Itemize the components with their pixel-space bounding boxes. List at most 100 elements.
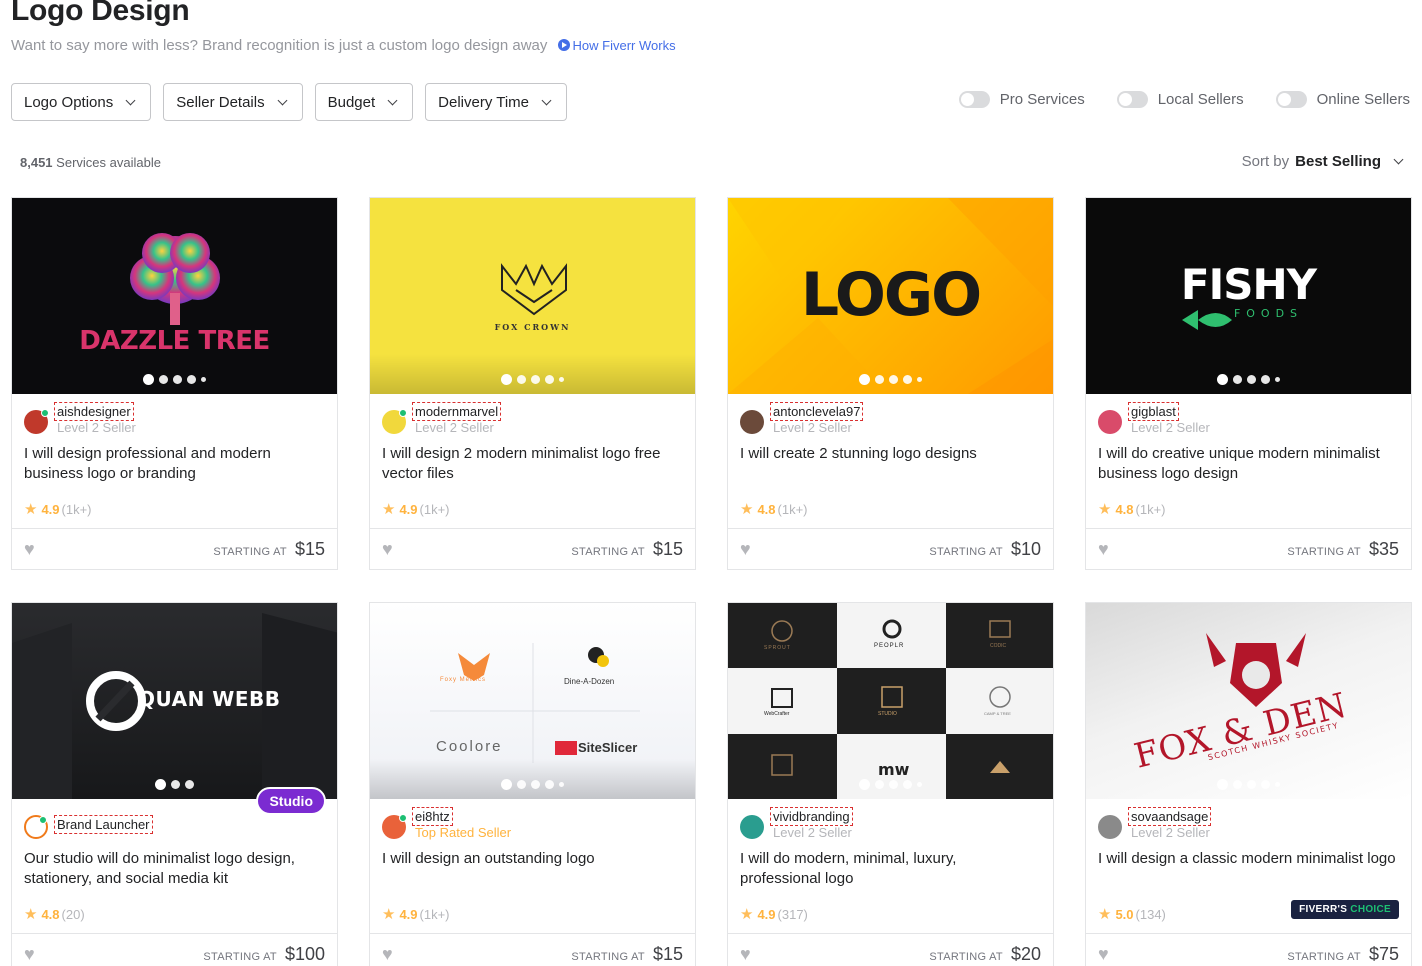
toggle-local-sellers[interactable]: Local Sellers	[1116, 91, 1244, 108]
carousel-dot[interactable]	[903, 780, 912, 789]
carousel-dot[interactable]	[1233, 375, 1242, 384]
gig-thumbnail[interactable]: Foxy Metrics Dine-A-Dozen Coolore SiteSl…	[370, 603, 695, 799]
carousel-dot[interactable]	[559, 782, 564, 787]
carousel-dot[interactable]	[545, 375, 554, 384]
carousel-dot[interactable]	[1275, 782, 1280, 787]
carousel-dots[interactable]	[728, 374, 1053, 385]
seller-name[interactable]: gigblast	[1128, 402, 1179, 421]
carousel-dots[interactable]	[728, 779, 1053, 790]
carousel-dot[interactable]	[903, 375, 912, 384]
heart-icon[interactable]: ♥	[1098, 539, 1109, 560]
seller-name[interactable]: antonclevela97	[770, 402, 864, 421]
carousel-dot[interactable]	[1217, 779, 1228, 790]
gig-title[interactable]: I will do modern, minimal, luxury, profe…	[740, 849, 1040, 889]
carousel-dot[interactable]	[143, 374, 154, 385]
carousel-dot[interactable]	[171, 780, 180, 789]
toggle-switch[interactable]	[1116, 91, 1148, 108]
heart-icon[interactable]: ♥	[1098, 944, 1109, 965]
filter-seller-details[interactable]: Seller Details	[163, 83, 303, 121]
carousel-dots[interactable]	[370, 374, 695, 385]
carousel-dot[interactable]	[545, 780, 554, 789]
gig-title[interactable]: I will do creative unique modern minimal…	[1098, 444, 1398, 484]
seller-name[interactable]: ei8htz	[412, 807, 453, 826]
carousel-dot[interactable]	[173, 375, 182, 384]
gig-card[interactable]: FISHY FOODS gigblast Level 2 Seller I wil…	[1085, 197, 1412, 570]
heart-icon[interactable]: ♥	[382, 944, 393, 965]
gig-thumbnail[interactable]: mw SPROUT PEOPLR CODIC WebCrafter STUDIO…	[728, 603, 1053, 799]
gig-title[interactable]: Our studio will do minimalist logo desig…	[24, 849, 324, 889]
avatar[interactable]	[24, 409, 49, 434]
carousel-dot[interactable]	[1247, 780, 1256, 789]
carousel-dot[interactable]	[859, 779, 870, 790]
carousel-dot[interactable]	[917, 377, 922, 382]
avatar[interactable]	[740, 410, 764, 434]
carousel-dot[interactable]	[1261, 375, 1270, 384]
gig-title[interactable]: I will design professional and modern bu…	[24, 444, 324, 484]
gig-title[interactable]: I will design 2 modern minimalist logo f…	[382, 444, 682, 484]
carousel-dot[interactable]	[875, 375, 884, 384]
toggle-switch[interactable]	[1275, 91, 1307, 108]
carousel-dot[interactable]	[501, 779, 512, 790]
gig-card[interactable]: mw SPROUT PEOPLR CODIC WebCrafter STUDIO…	[727, 602, 1054, 966]
gig-card[interactable]: QUAN WEBB Studio Brand Launcher Our stud…	[11, 602, 338, 966]
filter-logo-options[interactable]: Logo Options	[11, 83, 152, 121]
heart-icon[interactable]: ♥	[382, 539, 393, 560]
carousel-dot[interactable]	[185, 780, 194, 789]
filter-budget[interactable]: Budget	[314, 83, 414, 121]
seller-name[interactable]: Brand Launcher	[54, 815, 153, 834]
how-fiverr-works-link[interactable]: How Fiverr Works	[557, 38, 676, 53]
carousel-dot[interactable]	[559, 377, 564, 382]
carousel-dots[interactable]	[12, 374, 337, 385]
avatar[interactable]	[382, 814, 407, 839]
carousel-dot[interactable]	[875, 780, 884, 789]
carousel-dot[interactable]	[517, 375, 526, 384]
seller-name[interactable]: vividbranding	[770, 807, 853, 826]
avatar[interactable]	[1098, 815, 1122, 839]
heart-icon[interactable]: ♥	[24, 539, 35, 560]
carousel-dot[interactable]	[159, 375, 168, 384]
toggle-pro-services[interactable]: Pro Services	[958, 91, 1085, 108]
gig-thumbnail[interactable]: FOX & DEN SCOTCH WHISKY SOCIETY	[1086, 603, 1411, 799]
toggle-switch[interactable]	[958, 91, 990, 108]
carousel-dot[interactable]	[201, 377, 206, 382]
gig-title[interactable]: I will design a classic modern minimalis…	[1098, 849, 1398, 869]
avatar[interactable]	[1098, 410, 1122, 434]
heart-icon[interactable]: ♥	[24, 944, 35, 965]
carousel-dot[interactable]	[155, 779, 166, 790]
carousel-dot[interactable]	[531, 780, 540, 789]
toggle-online-sellers[interactable]: Online Sellers	[1275, 91, 1410, 108]
filter-delivery-time[interactable]: Delivery Time	[425, 83, 568, 121]
carousel-dot[interactable]	[1275, 377, 1280, 382]
carousel-dot[interactable]	[517, 780, 526, 789]
carousel-dot[interactable]	[531, 375, 540, 384]
avatar[interactable]	[24, 815, 48, 839]
gig-card[interactable]: FOX CROWN modernmarvel Level 2 Seller I w…	[369, 197, 696, 570]
avatar[interactable]	[740, 815, 764, 839]
carousel-dot[interactable]	[859, 374, 870, 385]
gig-title[interactable]: I will design an outstanding logo	[382, 849, 682, 869]
seller-name[interactable]: sovaandsage	[1128, 807, 1212, 826]
sort-dropdown[interactable]: Sort by Best Selling	[1242, 153, 1404, 170]
carousel-dot[interactable]	[501, 374, 512, 385]
heart-icon[interactable]: ♥	[740, 944, 751, 965]
carousel-dot[interactable]	[1261, 780, 1270, 789]
gig-thumbnail[interactable]: FOX CROWN	[370, 198, 695, 394]
gig-title[interactable]: I will create 2 stunning logo designs	[740, 444, 1040, 464]
carousel-dot[interactable]	[1217, 374, 1228, 385]
seller-name[interactable]: modernmarvel	[412, 402, 502, 421]
carousel-dot[interactable]	[1233, 780, 1242, 789]
seller-name[interactable]: aishdesigner	[54, 402, 134, 421]
avatar[interactable]	[382, 409, 407, 434]
gig-card[interactable]: DAZZLE TREE aishdesigner Level 2 Seller I…	[11, 197, 338, 570]
gig-thumbnail[interactable]: QUAN WEBB	[12, 603, 337, 799]
carousel-dot[interactable]	[1247, 375, 1256, 384]
carousel-dot[interactable]	[187, 375, 196, 384]
carousel-dot[interactable]	[889, 375, 898, 384]
carousel-dot[interactable]	[917, 782, 922, 787]
gig-card[interactable]: LOGO antonclevela97 Level 2 Seller I will…	[727, 197, 1054, 570]
carousel-dots[interactable]	[1086, 374, 1411, 385]
carousel-dot[interactable]	[889, 780, 898, 789]
gig-thumbnail[interactable]: LOGO	[728, 198, 1053, 394]
carousel-dots[interactable]	[370, 779, 695, 790]
carousel-dots[interactable]	[1086, 779, 1411, 790]
